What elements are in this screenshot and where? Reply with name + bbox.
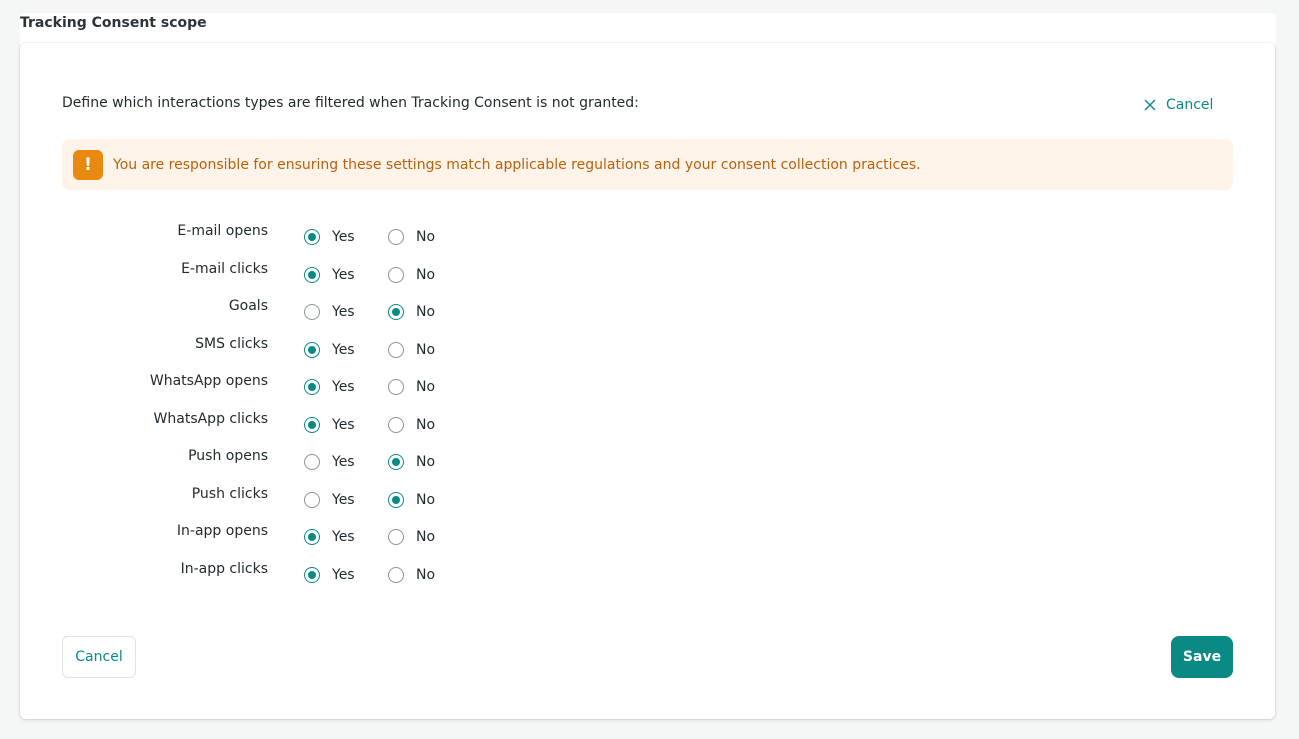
radio-yes[interactable] [304, 379, 320, 395]
option-row: E-mail opens Yes No [20, 223, 620, 249]
radio-no-label: No [416, 342, 436, 358]
radio-no-label: No [416, 417, 436, 433]
radio-yes-label: Yes [332, 417, 355, 433]
section-header: Tracking Consent scope [20, 13, 1276, 45]
radio-yes[interactable] [304, 304, 320, 320]
radio-no-label: No [416, 304, 436, 320]
radio-option-no[interactable]: No [388, 565, 435, 585]
radio-no[interactable] [388, 492, 404, 508]
radio-no[interactable] [388, 567, 404, 583]
save-button[interactable]: Save [1171, 636, 1233, 678]
radio-option-no[interactable]: No [388, 527, 435, 547]
consent-scope-card: Define which interactions types are filt… [20, 43, 1275, 719]
radio-option-no[interactable]: No [388, 415, 435, 435]
cancel-button[interactable]: Cancel [62, 636, 136, 678]
option-row: Push clicks Yes No [20, 486, 620, 512]
radio-yes-label: Yes [332, 342, 355, 358]
option-row-label: WhatsApp clicks [153, 411, 268, 427]
top-cancel-label: Cancel [1166, 97, 1214, 113]
radio-yes-label: Yes [332, 492, 355, 508]
radio-yes[interactable] [304, 567, 320, 583]
radio-yes[interactable] [304, 529, 320, 545]
warning-text: You are responsible for ensuring these s… [113, 156, 921, 173]
radio-yes-label: Yes [332, 267, 355, 283]
radio-no[interactable] [388, 529, 404, 545]
radio-no-label: No [416, 454, 436, 470]
radio-no[interactable] [388, 304, 404, 320]
section-title: Tracking Consent scope [20, 15, 207, 31]
radio-yes[interactable] [304, 342, 320, 358]
warning-icon: ! [73, 149, 103, 180]
radio-no[interactable] [388, 342, 404, 358]
radio-no[interactable] [388, 379, 404, 395]
warning-banner: ! You are responsible for ensuring these… [62, 139, 1233, 190]
radio-no-label: No [416, 229, 436, 245]
option-row: E-mail clicks Yes No [20, 261, 620, 287]
option-row-label: WhatsApp opens [149, 373, 268, 389]
radio-option-yes[interactable]: Yes [304, 227, 355, 247]
option-row: WhatsApp opens Yes No [20, 373, 620, 399]
radio-no[interactable] [388, 454, 404, 470]
radio-option-yes[interactable]: Yes [304, 452, 355, 472]
option-row-label: In-app opens [176, 523, 268, 539]
radio-yes[interactable] [304, 492, 320, 508]
radio-option-no[interactable]: No [388, 452, 435, 472]
radio-yes-label: Yes [332, 229, 355, 245]
radio-option-no[interactable]: No [388, 490, 435, 510]
radio-no-label: No [416, 492, 436, 508]
radio-option-yes[interactable]: Yes [304, 340, 355, 360]
option-row-label: SMS clicks [195, 336, 268, 352]
option-row: WhatsApp clicks Yes No [20, 411, 620, 437]
radio-no-label: No [416, 567, 436, 583]
radio-option-yes[interactable]: Yes [304, 415, 355, 435]
option-row-label: E-mail clicks [181, 261, 268, 277]
radio-yes[interactable] [304, 454, 320, 470]
radio-option-yes[interactable]: Yes [304, 565, 355, 585]
option-row: In-app opens Yes No [20, 523, 620, 549]
radio-no[interactable] [388, 267, 404, 283]
radio-option-yes[interactable]: Yes [304, 302, 355, 322]
radio-no[interactable] [388, 229, 404, 245]
option-row-label: E-mail opens [177, 223, 268, 239]
top-cancel-link[interactable]: Cancel [1144, 94, 1213, 116]
radio-yes-label: Yes [332, 304, 355, 320]
option-row-label: Push opens [188, 448, 268, 464]
option-row-label: Push clicks [191, 486, 268, 502]
radio-yes[interactable] [304, 417, 320, 433]
radio-option-no[interactable]: No [388, 265, 435, 285]
radio-option-no[interactable]: No [388, 340, 435, 360]
radio-yes[interactable] [304, 229, 320, 245]
option-row: Push opens Yes No [20, 448, 620, 474]
radio-yes[interactable] [304, 267, 320, 283]
radio-option-yes[interactable]: Yes [304, 527, 355, 547]
radio-option-no[interactable]: No [388, 227, 435, 247]
radio-option-yes[interactable]: Yes [304, 490, 355, 510]
option-row-label: In-app clicks [180, 561, 268, 577]
radio-option-yes[interactable]: Yes [304, 377, 355, 397]
radio-yes-label: Yes [332, 454, 355, 470]
warning-icon-glyph: ! [84, 154, 92, 175]
radio-yes-label: Yes [332, 567, 355, 583]
close-icon [1144, 99, 1156, 111]
option-row: Goals Yes No [20, 298, 620, 324]
radio-no-label: No [416, 529, 436, 545]
radio-yes-label: Yes [332, 379, 355, 395]
option-row: In-app clicks Yes No [20, 561, 620, 587]
radio-no-label: No [416, 267, 436, 283]
radio-yes-label: Yes [332, 529, 355, 545]
option-row-label: Goals [228, 298, 268, 314]
radio-no-label: No [416, 379, 436, 395]
radio-no[interactable] [388, 417, 404, 433]
option-row: SMS clicks Yes No [20, 336, 620, 362]
radio-option-no[interactable]: No [388, 302, 435, 322]
radio-option-yes[interactable]: Yes [304, 265, 355, 285]
intro-text: Define which interactions types are filt… [62, 95, 639, 111]
radio-option-no[interactable]: No [388, 377, 435, 397]
